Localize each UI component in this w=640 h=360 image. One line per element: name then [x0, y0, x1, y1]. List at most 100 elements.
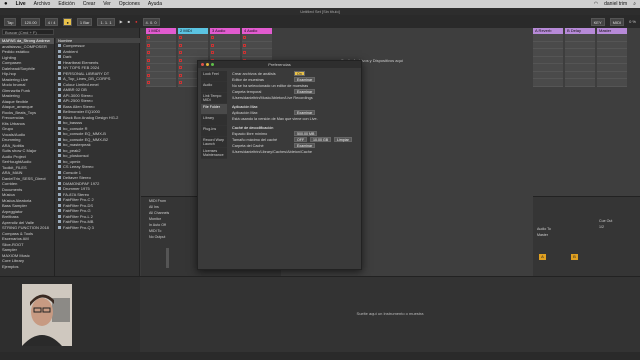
cleanup-button[interactable]: Limpiar: [334, 137, 352, 142]
clip-slot[interactable]: [210, 34, 240, 42]
clip-slot[interactable]: [146, 56, 176, 64]
clip-stop-icon[interactable]: [147, 66, 150, 69]
clip-slot[interactable]: [597, 34, 627, 42]
volume-fader[interactable]: [166, 248, 169, 268]
clip-slot[interactable]: [565, 71, 595, 79]
clip-slot[interactable]: [597, 71, 627, 79]
clip-stop-icon[interactable]: [243, 43, 246, 47]
arrangement-position[interactable]: 1. 1. 1: [97, 17, 115, 26]
tap-button[interactable]: Tap: [4, 17, 17, 26]
clip-stop-icon[interactable]: [243, 51, 246, 54]
return-io-label[interactable]: Audio To: [537, 227, 551, 231]
mixer-io-label[interactable]: MIDI From: [149, 199, 166, 203]
clip-slot[interactable]: [146, 71, 176, 79]
preferences-tab[interactable]: Licenses Maintenance: [201, 148, 227, 159]
preferences-tab[interactable]: Record Warp Launch: [201, 137, 227, 148]
browser-search-input[interactable]: Buscar (Cmd + F): [2, 29, 54, 35]
menu-ver[interactable]: Ver: [103, 1, 111, 7]
clip-slot[interactable]: [597, 49, 627, 57]
time-signature[interactable]: 4 / 4: [44, 17, 59, 26]
clip-stop-icon[interactable]: [211, 36, 214, 39]
close-icon[interactable]: [201, 63, 204, 66]
return-io-label[interactable]: Master: [537, 233, 548, 237]
clip-stop-icon[interactable]: [179, 36, 182, 39]
clip-slot[interactable]: [565, 41, 595, 49]
key-map-button[interactable]: KEY: [590, 17, 605, 26]
clip-slot[interactable]: [210, 41, 240, 49]
clip-slot[interactable]: [146, 34, 176, 42]
preferences-tab[interactable]: Audio: [201, 82, 227, 93]
clip-slot[interactable]: [533, 34, 563, 42]
clip-stop-icon[interactable]: [147, 36, 150, 39]
preference-button[interactable]: Examinar: [294, 89, 316, 94]
clip-slot[interactable]: [178, 41, 208, 49]
midi-map-button[interactable]: MIDI: [609, 17, 625, 26]
preference-button[interactable]: Examinar: [294, 143, 316, 148]
cache-size-field[interactable]: 10.00 GB: [310, 137, 332, 142]
preferences-tab[interactable]: File Folder: [201, 104, 227, 115]
clip-slot[interactable]: [533, 64, 563, 72]
clip-slot[interactable]: [565, 34, 595, 42]
loop-end[interactable]: 4. 0. 0: [142, 17, 160, 26]
clip-slot[interactable]: [597, 79, 627, 87]
clip-slot[interactable]: [178, 34, 208, 42]
preference-button[interactable]: On: [294, 71, 305, 76]
clip-slot[interactable]: [178, 49, 208, 57]
return-io-label[interactable]: 1/2: [599, 225, 604, 229]
mixer-io-label[interactable]: All Channels: [149, 211, 169, 215]
mixer-io-label[interactable]: In Auto Off: [149, 223, 166, 227]
clip-stop-icon[interactable]: [211, 43, 214, 47]
mixer-io-label[interactable]: All Ins: [149, 205, 159, 209]
return-activator-button[interactable]: A: [539, 254, 546, 260]
clip-slot[interactable]: [597, 41, 627, 49]
clip-slot[interactable]: [242, 41, 272, 49]
quantize-select[interactable]: 1 Bar: [76, 17, 93, 26]
tempo-field[interactable]: 120.00: [21, 17, 40, 26]
clip-slot[interactable]: [597, 64, 627, 72]
browser-place-item[interactable]: Ejemplos: [0, 264, 54, 270]
clip-slot[interactable]: [146, 49, 176, 57]
menu-ayuda[interactable]: Ayuda: [148, 1, 162, 7]
clip-slot[interactable]: [146, 41, 176, 49]
menu-opciones[interactable]: Opciones: [119, 1, 140, 7]
clip-slot[interactable]: [565, 64, 595, 72]
search-icon[interactable]: ⌕: [633, 1, 636, 7]
clip-slot[interactable]: [565, 79, 595, 87]
clip-stop-icon[interactable]: [179, 81, 182, 84]
preferences-tab[interactable]: Look Feel: [201, 71, 227, 82]
clip-slot[interactable]: [533, 71, 563, 79]
wifi-icon[interactable]: ◠: [594, 1, 598, 7]
mixer-io-label[interactable]: No Output: [149, 235, 165, 239]
clip-stop-icon[interactable]: [147, 73, 150, 77]
clip-stop-icon[interactable]: [179, 51, 182, 54]
zoom-icon[interactable]: [211, 63, 214, 66]
mixer-io-label[interactable]: MIDI To: [149, 229, 161, 233]
menu-edicion[interactable]: Edición: [58, 1, 74, 7]
user-name[interactable]: daniel trim: [604, 1, 627, 7]
preference-button[interactable]: Examinar: [294, 77, 316, 82]
clip-slot[interactable]: [533, 79, 563, 87]
clip-slot[interactable]: [533, 41, 563, 49]
preferences-tab[interactable]: Link Tempo MIDI: [201, 93, 227, 104]
clip-slot[interactable]: [565, 49, 595, 57]
menu-crear[interactable]: Crear: [83, 1, 96, 7]
browser-place-item[interactable]: STRING FUNCTION 2018: [0, 225, 54, 231]
clip-slot[interactable]: [146, 64, 176, 72]
metronome-button[interactable]: ●: [63, 17, 72, 26]
play-icon[interactable]: ▶: [120, 19, 123, 24]
return-io-label[interactable]: Cue Out: [599, 219, 612, 223]
preference-button[interactable]: 500.00 MB: [294, 131, 318, 136]
return-activator-button[interactable]: B: [571, 254, 578, 260]
clip-slot[interactable]: [565, 56, 595, 64]
clip-stop-icon[interactable]: [243, 36, 246, 39]
minimize-icon[interactable]: [206, 63, 209, 66]
record-icon[interactable]: ●: [135, 19, 137, 24]
preferences-tab[interactable]: Plug-Ins: [201, 126, 227, 137]
preference-button[interactable]: Examinar: [294, 110, 316, 115]
clip-slot[interactable]: [146, 79, 176, 87]
clip-slot[interactable]: [210, 49, 240, 57]
clip-stop-icon[interactable]: [179, 43, 182, 47]
clip-stop-icon[interactable]: [179, 58, 182, 62]
mixer-io-label[interactable]: Monitor: [149, 217, 161, 221]
clip-stop-icon[interactable]: [211, 51, 214, 54]
